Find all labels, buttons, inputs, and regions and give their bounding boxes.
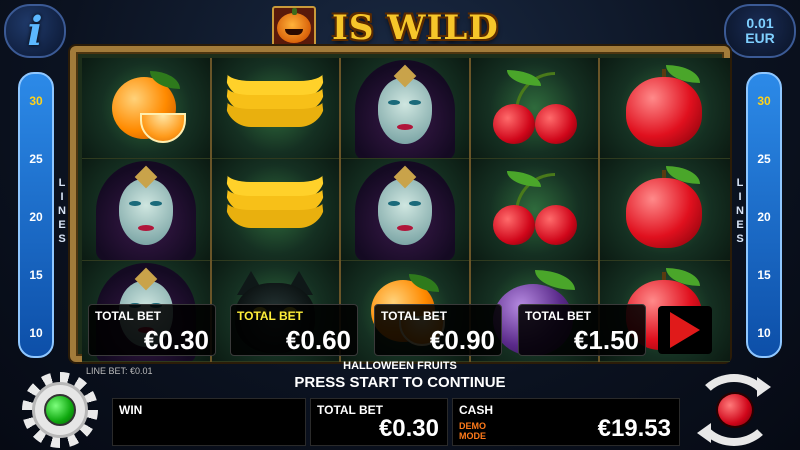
spin-icon[interactable]	[690, 374, 780, 446]
demo-mode-label: DEMO MODE	[459, 421, 486, 441]
bet-option-value: €0.30	[143, 325, 209, 355]
total-bet-value: €0.30	[378, 415, 439, 442]
lines-label-left: LINES	[58, 177, 66, 245]
banana-symbol	[211, 58, 340, 160]
info-icon: i	[27, 7, 43, 55]
lines-option[interactable]: 25	[20, 152, 52, 166]
cherries-symbol	[470, 58, 599, 160]
witch-symbol	[341, 159, 469, 261]
status-light	[44, 394, 76, 426]
bet-option-selected[interactable]: TOTAL BET €0.60	[230, 304, 358, 356]
total-bet-panel: TOTAL BET €0.30	[310, 398, 448, 446]
denomination-value: 0.01	[746, 15, 774, 31]
lines-option[interactable]: 30	[748, 94, 780, 108]
pumpkin-icon	[272, 6, 316, 50]
lines-option[interactable]: 20	[748, 210, 780, 224]
cash-label: CASH	[459, 403, 494, 417]
demo-line: DEMO	[459, 421, 486, 431]
game-screen: i IS WILD 0.01 EUR 30 25 20 15 10 LINES …	[0, 0, 800, 450]
bet-option[interactable]: TOTAL BET €0.90	[374, 304, 502, 356]
denomination-button[interactable]: 0.01 EUR	[724, 4, 796, 58]
bet-option-value: €0.60	[285, 325, 351, 355]
bet-option-value: €1.50	[573, 325, 639, 355]
apple-symbol	[600, 58, 730, 160]
bet-option-label: TOTAL BET	[95, 309, 161, 323]
win-panel: WIN	[112, 398, 306, 446]
lines-option[interactable]: 20	[20, 210, 52, 224]
demo-line: MODE	[459, 431, 486, 441]
lines-option[interactable]: 10	[20, 326, 52, 340]
bet-option[interactable]: TOTAL BET €1.50	[518, 304, 646, 356]
cash-value: €19.53	[597, 415, 671, 442]
gear-icon[interactable]	[22, 372, 98, 448]
lines-selector-left[interactable]: 30 25 20 15 10	[18, 72, 54, 358]
bet-option-label: TOTAL BET	[381, 309, 447, 323]
banana-symbol	[211, 159, 340, 261]
win-label: WIN	[119, 403, 143, 417]
info-button[interactable]: i	[4, 4, 66, 58]
lines-label-right: LINES	[736, 177, 744, 245]
play-arrow-icon[interactable]	[658, 306, 712, 354]
bet-option[interactable]: TOTAL BET €0.30	[88, 304, 216, 356]
title-text: IS WILD	[332, 8, 499, 48]
lines-option[interactable]: 15	[20, 268, 52, 282]
bet-option-label: TOTAL BET	[237, 309, 303, 323]
cherries-symbol	[470, 159, 599, 261]
game-title: IS WILD	[272, 6, 499, 50]
witch-symbol	[82, 159, 210, 261]
witch-symbol	[341, 58, 469, 160]
lines-option[interactable]: 15	[748, 268, 780, 282]
bet-option-label: TOTAL BET	[525, 309, 591, 323]
apple-symbol	[600, 159, 730, 261]
status-message: PRESS START TO CONTINUE	[294, 374, 506, 391]
orange-symbol	[82, 58, 210, 160]
cash-panel: CASH DEMO MODE €19.53	[452, 398, 680, 446]
lines-option[interactable]: 25	[748, 152, 780, 166]
lines-option[interactable]: 10	[748, 326, 780, 340]
lines-selector-right[interactable]: 30 25 20 15 10	[746, 72, 782, 358]
lines-option[interactable]: 30	[20, 94, 52, 108]
total-bet-label: TOTAL BET	[317, 403, 383, 417]
bet-option-value: €0.90	[429, 325, 495, 355]
denomination-currency: EUR	[745, 30, 775, 46]
